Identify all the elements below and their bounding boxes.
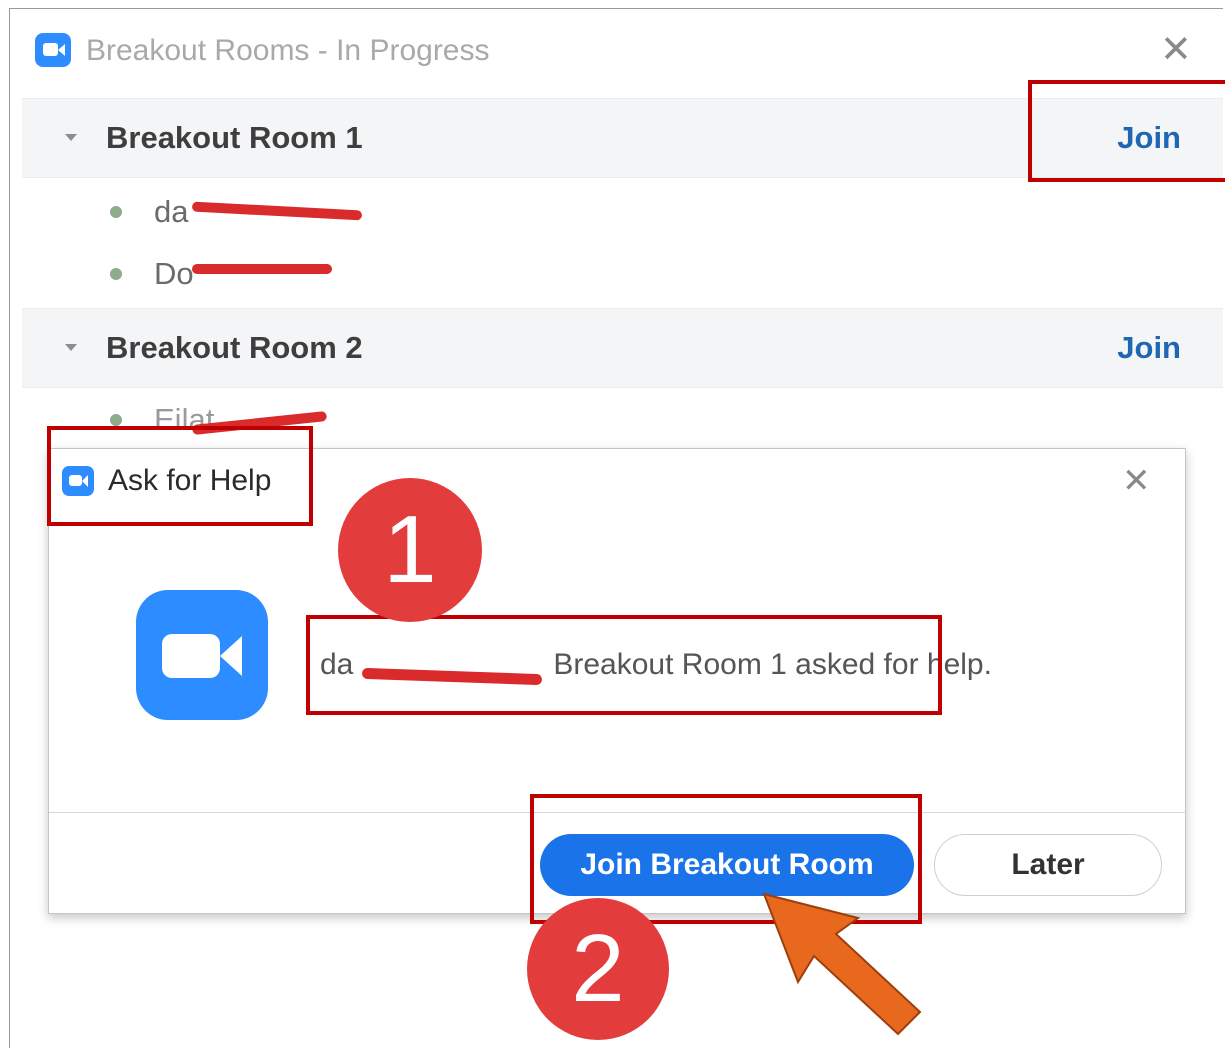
step-badge-1: 1 <box>338 478 482 622</box>
status-dot-icon <box>110 414 122 426</box>
room-name: Breakout Room 2 <box>106 330 363 365</box>
room-header-2[interactable]: Breakout Room 2 Join <box>22 308 1223 388</box>
participant-row: da <box>22 180 1223 244</box>
participant-name: Do <box>154 256 194 291</box>
room-name: Breakout Room 1 <box>106 120 363 155</box>
dialog-close-icon[interactable]: ✕ <box>1122 464 1151 498</box>
redaction-mark <box>192 264 332 274</box>
pointer-arrow-icon <box>762 892 922 1036</box>
highlight-box-dialog-title <box>47 426 313 526</box>
status-dot-icon <box>110 268 122 280</box>
highlight-box-join <box>1028 80 1225 182</box>
join-room-2-link[interactable]: Join <box>1117 330 1181 366</box>
highlight-box-message <box>306 615 942 715</box>
zoom-camera-icon <box>136 590 268 720</box>
later-button[interactable]: Later <box>934 834 1162 896</box>
step-badge-2: 2 <box>527 898 669 1040</box>
zoom-app-icon <box>35 33 71 67</box>
status-dot-icon <box>110 206 122 218</box>
window-title: Breakout Rooms - In Progress <box>86 34 490 67</box>
window-close-icon[interactable]: ✕ <box>1160 31 1192 69</box>
redaction-mark <box>191 201 363 221</box>
participant-name: da <box>154 194 189 229</box>
participant-row: Do <box>22 242 1223 306</box>
collapse-caret-icon[interactable] <box>65 344 77 351</box>
collapse-caret-icon[interactable] <box>65 134 77 141</box>
